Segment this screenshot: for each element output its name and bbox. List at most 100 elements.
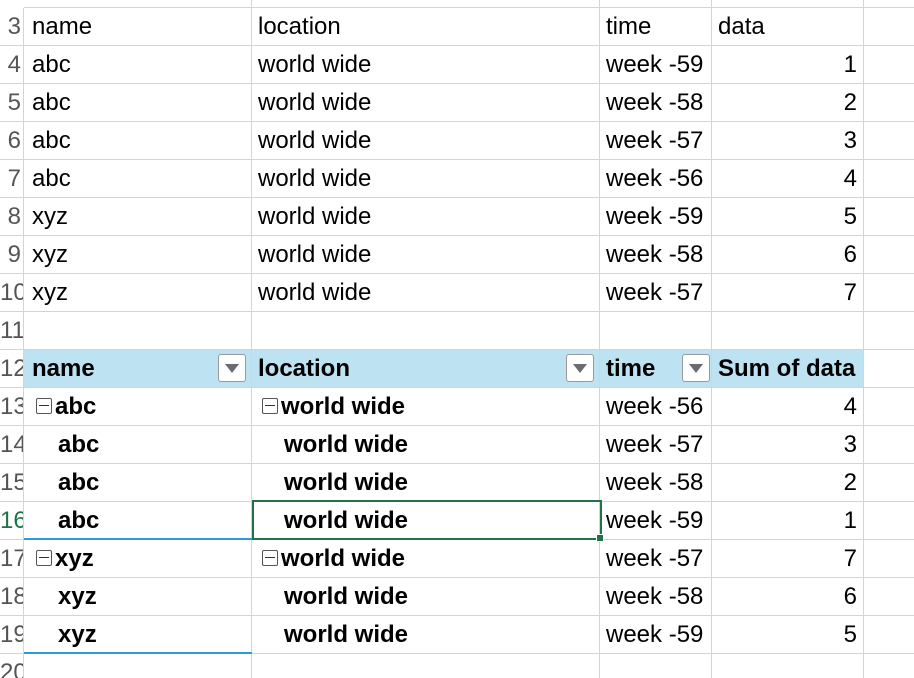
collapse-icon[interactable] xyxy=(262,397,278,414)
cell[interactable] xyxy=(712,0,864,8)
cell-name[interactable]: xyz xyxy=(24,274,252,312)
cell-location[interactable]: world wide xyxy=(252,84,600,122)
pivot-cell-value[interactable]: 6 xyxy=(712,578,864,616)
pivot-cell-value[interactable]: 7 xyxy=(712,540,864,578)
pivot-cell-time[interactable]: week -59 xyxy=(600,616,712,654)
cell[interactable] xyxy=(864,312,914,350)
time-filter-dropdown-button[interactable] xyxy=(682,354,710,382)
cell-name[interactable]: abc xyxy=(24,160,252,198)
cell-name[interactable]: abc xyxy=(24,122,252,160)
pivot-cell-value[interactable]: 3 xyxy=(712,426,864,464)
cell-time[interactable]: week -59 xyxy=(600,46,712,84)
cell-data[interactable]: 5 xyxy=(712,198,864,236)
spreadsheet-grid[interactable]: 3 4 5 6 7 8 9 10 11 12 13 14 15 16 17 18… xyxy=(0,0,914,678)
cell[interactable] xyxy=(600,654,712,678)
pivot-cell-time[interactable]: week -58 xyxy=(600,464,712,502)
cell-location[interactable]: world wide xyxy=(252,198,600,236)
row-header-20[interactable]: 20 xyxy=(0,654,24,678)
cell-location[interactable]: world wide xyxy=(252,122,600,160)
pivot-cell-value[interactable]: 2 xyxy=(712,464,864,502)
cell[interactable] xyxy=(864,274,914,312)
cell[interactable] xyxy=(864,464,914,502)
cell-location[interactable]: world wide xyxy=(252,160,600,198)
pivot-cell-location[interactable]: world wide xyxy=(252,388,600,426)
cell[interactable] xyxy=(24,312,252,350)
pivot-cell-name[interactable]: abc xyxy=(24,502,252,540)
row-header-9[interactable]: 9 xyxy=(0,236,24,274)
row-header-6[interactable]: 6 xyxy=(0,122,24,160)
cell-time[interactable]: week -57 xyxy=(600,122,712,160)
cell-data[interactable]: 4 xyxy=(712,160,864,198)
cell-time[interactable]: week -56 xyxy=(600,160,712,198)
cell[interactable] xyxy=(864,616,914,654)
cell-data[interactable]: 6 xyxy=(712,236,864,274)
pivot-cell-location[interactable]: world wide xyxy=(252,540,600,578)
pivot-cell-value[interactable]: 5 xyxy=(712,616,864,654)
cell[interactable] xyxy=(864,502,914,540)
cell[interactable] xyxy=(864,236,914,274)
row-header-5[interactable]: 5 xyxy=(0,84,24,122)
header-cell-location[interactable]: location xyxy=(252,8,600,46)
location-filter-dropdown-button[interactable] xyxy=(566,354,594,382)
cell-time[interactable]: week -58 xyxy=(600,236,712,274)
cell-time[interactable]: week -58 xyxy=(600,84,712,122)
pivot-cell-time[interactable]: week -56 xyxy=(600,388,712,426)
pivot-cell-name[interactable]: abc xyxy=(24,426,252,464)
row-header-15[interactable]: 15 xyxy=(0,464,24,502)
row-header-16[interactable]: 16 xyxy=(0,502,24,540)
cell-name[interactable]: abc xyxy=(24,84,252,122)
cell-time[interactable]: week -57 xyxy=(600,274,712,312)
row-header-10[interactable]: 10 xyxy=(0,274,24,312)
cell-data[interactable]: 3 xyxy=(712,122,864,160)
pivot-cell-value[interactable]: 4 xyxy=(712,388,864,426)
cell[interactable] xyxy=(864,426,914,464)
cell-location[interactable]: world wide xyxy=(252,274,600,312)
cell-name[interactable]: xyz xyxy=(24,198,252,236)
row-header-4[interactable]: 4 xyxy=(0,46,24,84)
row-header-8[interactable]: 8 xyxy=(0,198,24,236)
cell[interactable] xyxy=(864,0,914,8)
cell[interactable] xyxy=(864,388,914,426)
cell-data[interactable]: 7 xyxy=(712,274,864,312)
cell[interactable] xyxy=(864,540,914,578)
cell-data[interactable]: 2 xyxy=(712,84,864,122)
cell[interactable] xyxy=(864,350,914,388)
row-header-17[interactable]: 17 xyxy=(0,540,24,578)
cell[interactable] xyxy=(864,198,914,236)
pivot-cell-location[interactable]: world wide xyxy=(252,616,600,654)
row-header-3[interactable]: 3 xyxy=(0,8,24,46)
cell[interactable] xyxy=(600,312,712,350)
pivot-cell-time[interactable]: week -59 xyxy=(600,502,712,540)
collapse-icon[interactable] xyxy=(262,549,278,566)
cell-name[interactable]: xyz xyxy=(24,236,252,274)
pivot-header-location[interactable]: location xyxy=(252,350,600,388)
row-header-7[interactable]: 7 xyxy=(0,160,24,198)
cell[interactable] xyxy=(864,8,914,46)
cell[interactable] xyxy=(252,654,600,678)
pivot-cell-time[interactable]: week -58 xyxy=(600,578,712,616)
pivot-cell-name[interactable]: abc xyxy=(24,388,252,426)
pivot-cell-name[interactable]: xyz xyxy=(24,616,252,654)
pivot-cell-value[interactable]: 1 xyxy=(712,502,864,540)
cell[interactable] xyxy=(24,654,252,678)
row-header-12[interactable]: 12 xyxy=(0,350,24,388)
cell-location[interactable]: world wide xyxy=(252,236,600,274)
row-header-13[interactable]: 13 xyxy=(0,388,24,426)
row-header-11[interactable]: 11 xyxy=(0,312,24,350)
cell[interactable] xyxy=(864,46,914,84)
collapse-icon[interactable] xyxy=(36,549,52,566)
name-filter-dropdown-button[interactable] xyxy=(218,354,246,382)
pivot-cell-time[interactable]: week -57 xyxy=(600,540,712,578)
cell[interactable] xyxy=(252,0,600,8)
pivot-cell-time[interactable]: week -57 xyxy=(600,426,712,464)
pivot-cell-name[interactable]: abc xyxy=(24,464,252,502)
pivot-cell-name[interactable]: xyz xyxy=(24,540,252,578)
pivot-cell-location[interactable]: world wide xyxy=(252,578,600,616)
cell-location[interactable]: world wide xyxy=(252,46,600,84)
pivot-cell-name[interactable]: xyz xyxy=(24,578,252,616)
cell[interactable] xyxy=(24,0,252,8)
cell[interactable] xyxy=(864,578,914,616)
cell[interactable] xyxy=(252,312,600,350)
pivot-cell-location-selected[interactable]: world wide xyxy=(252,502,600,540)
collapse-icon[interactable] xyxy=(36,397,52,414)
